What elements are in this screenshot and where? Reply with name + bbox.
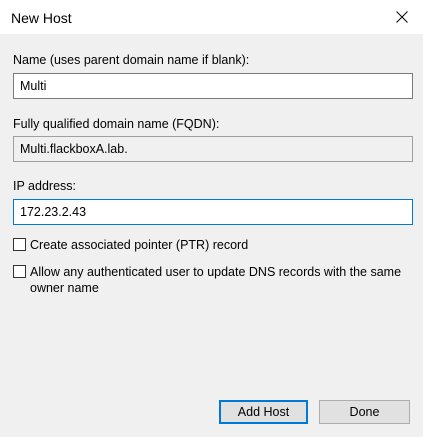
authenticated-user-update-checkbox[interactable] [13,265,26,278]
name-input[interactable]: Multi [13,73,413,99]
ptr-record-label: Create associated pointer (PTR) record [30,238,249,252]
ip-address-label: IP address: [13,179,77,193]
title-bar: New Host [0,0,423,34]
done-button[interactable]: Done [319,400,410,424]
ip-address-input[interactable]: 172.23.2.43 [13,199,413,225]
new-host-dialog: New Host Name (uses parent domain name i… [0,0,423,437]
close-icon [396,11,408,23]
add-host-button[interactable]: Add Host [219,400,308,424]
name-label: Name (uses parent domain name if blank): [13,53,250,67]
authenticated-user-update-option[interactable]: Allow any authenticated user to update D… [13,264,410,296]
fqdn-label: Fully qualified domain name (FQDN): [13,117,220,131]
fqdn-field: Multi.flackboxA.lab. [13,136,413,162]
close-button[interactable] [381,0,423,34]
authenticated-user-update-label: Allow any authenticated user to update D… [30,265,402,295]
dialog-title: New Host [11,10,72,26]
ptr-record-checkbox[interactable] [13,238,26,251]
ptr-record-option[interactable]: Create associated pointer (PTR) record [13,237,410,253]
